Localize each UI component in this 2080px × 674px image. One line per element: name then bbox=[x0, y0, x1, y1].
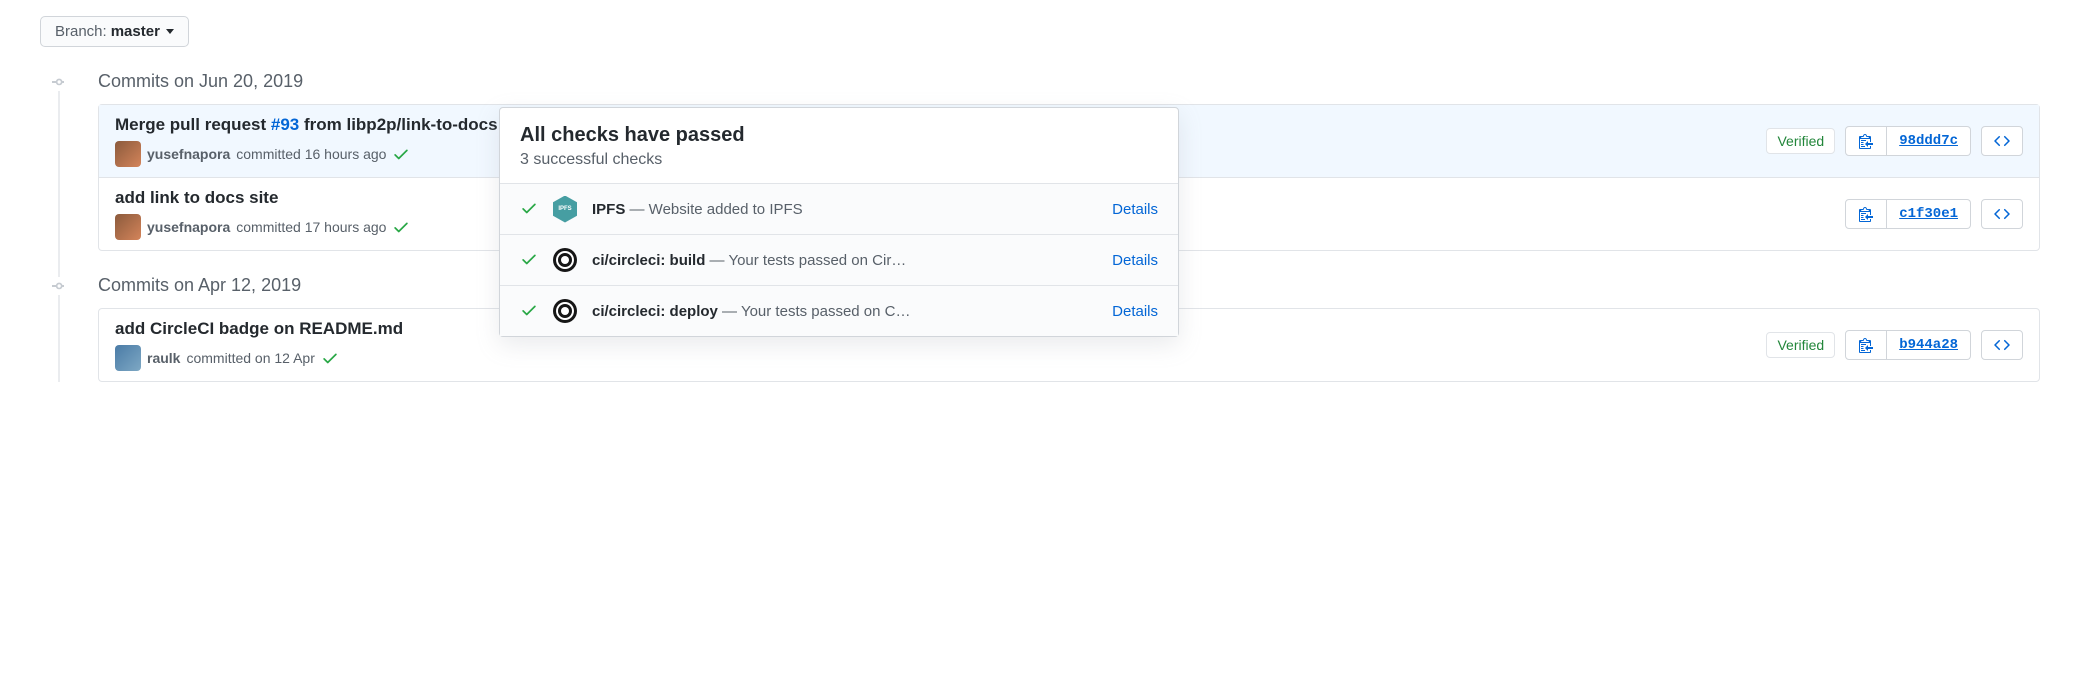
commit-time: committed 17 hours ago bbox=[236, 219, 386, 235]
circleci-logo-icon bbox=[552, 298, 578, 324]
check-item: ci/circleci: deploy — Your tests passed … bbox=[500, 286, 1178, 336]
avatar[interactable] bbox=[115, 214, 141, 240]
copy-sha-button[interactable] bbox=[1845, 199, 1887, 229]
copy-sha-button[interactable] bbox=[1845, 126, 1887, 156]
check-details-link[interactable]: Details bbox=[1112, 201, 1158, 218]
commit-sha-link[interactable]: b944a28 bbox=[1887, 330, 1971, 360]
checks-popover: All checks have passed 3 successful chec… bbox=[499, 107, 1179, 337]
copy-sha-button[interactable] bbox=[1845, 330, 1887, 360]
circleci-logo-icon bbox=[552, 247, 578, 273]
browse-code-button[interactable] bbox=[1981, 199, 2023, 229]
commit-time: committed 16 hours ago bbox=[236, 146, 386, 162]
browse-code-button[interactable] bbox=[1981, 126, 2023, 156]
caret-down-icon bbox=[166, 29, 174, 34]
branch-label: Branch: bbox=[55, 23, 107, 40]
check-icon bbox=[520, 199, 538, 220]
commit-group: Commits on Jun 20, 2019 Merge pull reque… bbox=[50, 71, 2040, 251]
check-icon[interactable] bbox=[321, 349, 339, 367]
verified-badge[interactable]: Verified bbox=[1766, 332, 1835, 358]
browse-code-button[interactable] bbox=[1981, 330, 2023, 360]
code-icon bbox=[1994, 337, 2010, 353]
commit-time: committed on 12 Apr bbox=[186, 350, 314, 366]
commit-timeline: Commits on Jun 20, 2019 Merge pull reque… bbox=[50, 71, 2040, 382]
verified-badge[interactable]: Verified bbox=[1766, 128, 1835, 154]
check-details-link[interactable]: Details bbox=[1112, 252, 1158, 269]
code-icon bbox=[1994, 133, 2010, 149]
check-details-link[interactable]: Details bbox=[1112, 303, 1158, 320]
group-date-heading: Commits on Jun 20, 2019 bbox=[98, 71, 2040, 92]
check-icon bbox=[520, 250, 538, 271]
check-icon bbox=[520, 301, 538, 322]
author-link[interactable]: yusefnapora bbox=[147, 146, 230, 162]
clipboard-icon bbox=[1858, 337, 1874, 353]
ipfs-logo-icon bbox=[552, 196, 578, 222]
author-link[interactable]: raulk bbox=[147, 350, 180, 366]
pr-link[interactable]: #93 bbox=[271, 115, 299, 134]
commit-sha-link[interactable]: 98ddd7c bbox=[1887, 126, 1971, 156]
commit-title-link[interactable]: Merge pull request #93 from libp2p/link-… bbox=[115, 115, 498, 135]
commit-row: Merge pull request #93 from libp2p/link-… bbox=[99, 105, 2039, 178]
commit-title-link[interactable]: add link to docs site bbox=[115, 188, 278, 208]
commit-list: Merge pull request #93 from libp2p/link-… bbox=[98, 104, 2040, 251]
clipboard-icon bbox=[1858, 133, 1874, 149]
check-icon[interactable] bbox=[392, 218, 410, 236]
clipboard-icon bbox=[1858, 206, 1874, 222]
commit-marker-icon bbox=[50, 73, 68, 91]
code-icon bbox=[1994, 206, 2010, 222]
branch-value: master bbox=[111, 23, 160, 40]
commit-title-link[interactable]: add CircleCI badge on README.md bbox=[115, 319, 403, 339]
branch-select[interactable]: Branch: master bbox=[40, 16, 189, 47]
avatar[interactable] bbox=[115, 141, 141, 167]
avatar[interactable] bbox=[115, 345, 141, 371]
check-icon[interactable] bbox=[392, 145, 410, 163]
commit-marker-icon bbox=[50, 277, 68, 295]
check-item: ci/circleci: build — Your tests passed o… bbox=[500, 235, 1178, 286]
check-item: IPFS — Website added to IPFS Details bbox=[500, 184, 1178, 235]
popover-title: All checks have passed bbox=[520, 124, 1158, 147]
popover-subtitle: 3 successful checks bbox=[520, 151, 1158, 169]
commit-sha-link[interactable]: c1f30e1 bbox=[1887, 199, 1971, 229]
author-link[interactable]: yusefnapora bbox=[147, 219, 230, 235]
